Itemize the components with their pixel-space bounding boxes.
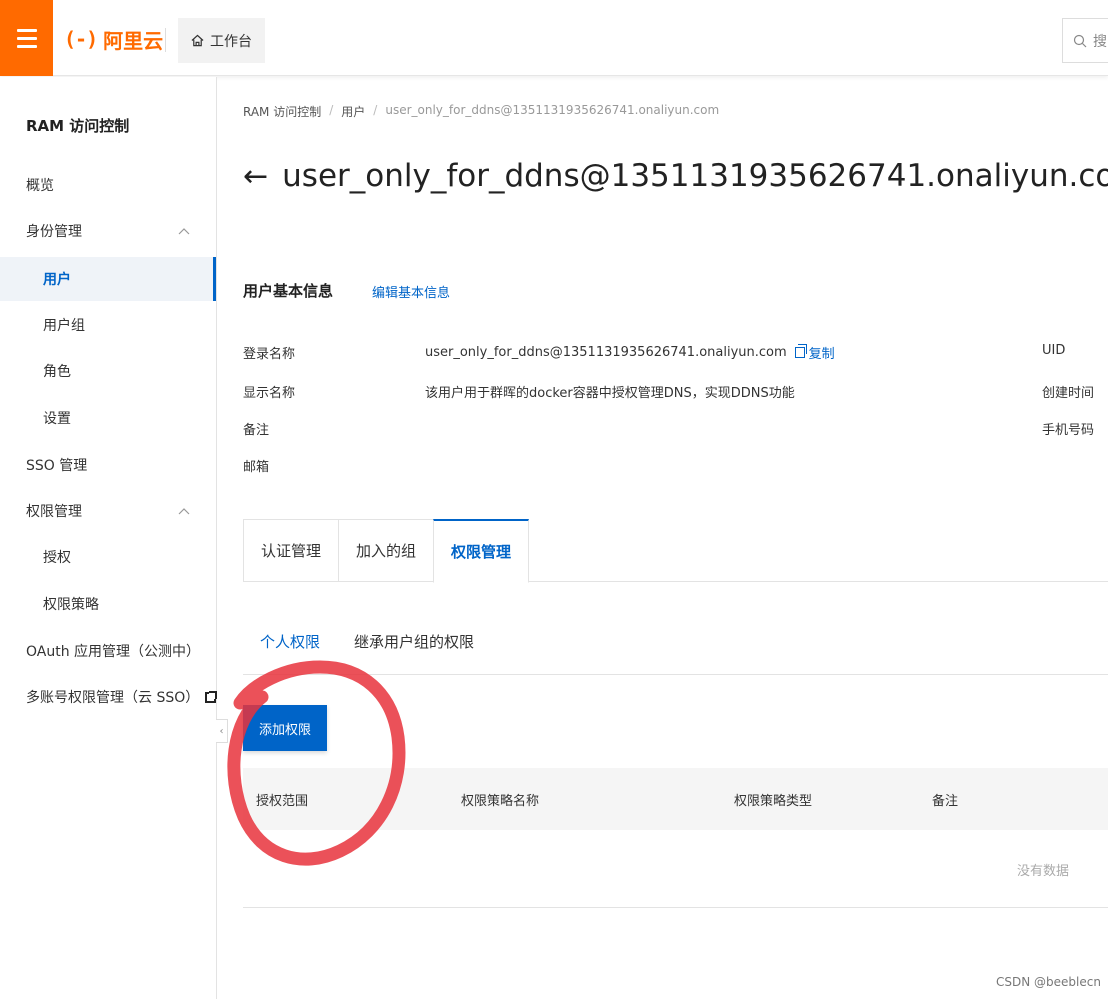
sidebar-item-label: 身份管理	[26, 224, 82, 240]
sidebar-item-sso[interactable]: SSO 管理	[0, 443, 216, 487]
breadcrumb: RAM 访问控制 / 用户 / user_only_for_ddns@13511…	[243, 103, 719, 120]
search-placeholder: 搜	[1093, 33, 1107, 50]
sidebar-item-label: OAuth 应用管理（公测中）	[26, 644, 201, 660]
aliyun-logo[interactable]: (-) 阿里云	[64, 24, 163, 54]
permissions-table-header: 授权范围 权限策略名称 权限策略类型 备注	[243, 768, 1108, 830]
column-header-scope: 授权范围	[256, 794, 309, 809]
logo-text: 阿里云	[103, 28, 164, 53]
sidebar-item-grants[interactable]: 授权	[0, 535, 216, 579]
display-name-value: 该用户用于群晖的docker容器中授权管理DNS，实现DDNS功能	[425, 386, 795, 401]
menu-line	[16, 28, 37, 32]
breadcrumb-ram[interactable]: RAM 访问控制	[243, 103, 321, 120]
sidebar-item-settings[interactable]: 设置	[0, 396, 216, 440]
menu-line	[16, 36, 37, 40]
sidebar-item-label: 角色	[43, 364, 71, 380]
topbar-divider	[165, 28, 166, 52]
table-bottom-divider	[243, 907, 1108, 908]
external-link-icon	[205, 690, 217, 703]
subtab-personal-permissions[interactable]: 个人权限	[260, 631, 320, 652]
sidebar-item-label: 用户组	[43, 318, 85, 334]
copy-label: 复制	[808, 347, 835, 362]
sidebar-item-label: 设置	[43, 411, 71, 427]
chevron-up-icon	[178, 228, 190, 235]
login-name-value: user_only_for_ddns@1351131935626741.onal…	[425, 345, 787, 360]
sidebar-item-label: 概览	[26, 178, 54, 194]
sidebar-item-user-groups[interactable]: 用户组	[0, 303, 216, 347]
empty-table-message: 没有数据	[1017, 864, 1070, 879]
column-header-policy-name: 权限策略名称	[461, 794, 540, 809]
sidebar-collapse-button[interactable]: ‹	[216, 719, 228, 743]
sidebar-item-roles[interactable]: 角色	[0, 349, 216, 393]
watermark: CSDN @beeblecn	[996, 975, 1101, 989]
add-permission-button[interactable]: 添加权限	[243, 705, 327, 751]
login-name-value-row: user_only_for_ddns@1351131935626741.onal…	[425, 343, 835, 362]
chevron-up-icon	[178, 508, 190, 515]
hamburger-menu-button[interactable]	[0, 0, 53, 76]
sidebar-item-multi-account[interactable]: 多账号权限管理（云 SSO）	[0, 675, 217, 719]
permission-subtabs: 个人权限 继承用户组的权限	[260, 631, 474, 652]
tab-authentication[interactable]: 认证管理	[243, 519, 339, 582]
back-arrow-icon[interactable]: ←	[243, 159, 268, 194]
email-label: 邮箱	[243, 460, 270, 475]
tab-permission-management[interactable]: 权限管理	[433, 519, 530, 583]
sidebar-item-policies[interactable]: 权限策略	[0, 582, 216, 626]
sidebar-item-oauth[interactable]: OAuth 应用管理（公测中）	[0, 629, 216, 673]
search-input[interactable]: 搜	[1062, 18, 1108, 63]
sidebar-item-label: SSO 管理	[26, 458, 88, 474]
breadcrumb-separator: /	[329, 103, 334, 117]
edit-basic-info-link[interactable]: 编辑基本信息	[372, 282, 450, 301]
chevron-left-icon: ‹	[219, 725, 224, 737]
sidebar-item-identity-management[interactable]: 身份管理	[0, 209, 216, 253]
basic-info-title: 用户基本信息	[243, 282, 334, 300]
red-circle-annotation	[227, 660, 406, 866]
sidebar-item-permission-management[interactable]: 权限管理	[0, 489, 216, 533]
created-time-label: 创建时间	[1042, 386, 1095, 401]
search-icon	[1073, 34, 1087, 47]
tab-joined-groups[interactable]: 加入的组	[338, 519, 434, 582]
sidebar-title: RAM 访问控制	[26, 117, 130, 135]
breadcrumb-users[interactable]: 用户	[341, 103, 365, 120]
workbench-button[interactable]: 工作台	[178, 18, 265, 63]
remark-label: 备注	[243, 423, 270, 438]
sidebar-item-label: 权限管理	[26, 504, 82, 520]
display-name-label: 显示名称	[243, 386, 296, 401]
sidebar-item-label: 授权	[43, 550, 71, 566]
home-icon	[191, 34, 204, 47]
main-tabs: 认证管理 加入的组 权限管理	[243, 519, 530, 583]
breadcrumb-current: user_only_for_ddns@1351131935626741.onal…	[385, 103, 720, 117]
column-header-policy-type: 权限策略类型	[734, 794, 813, 809]
login-name-label: 登录名称	[243, 347, 296, 362]
sidebar-item-label: 多账号权限管理（云 SSO）	[26, 690, 200, 706]
subtabs-divider	[243, 674, 1108, 675]
subtab-inherited-permissions[interactable]: 继承用户组的权限	[354, 631, 474, 652]
page-title: ← user_only_for_ddns@1351131935626741.on…	[243, 158, 1108, 194]
breadcrumb-separator: /	[373, 103, 378, 117]
phone-label: 手机号码	[1042, 423, 1095, 438]
page-title-text: user_only_for_ddns@1351131935626741.onal…	[282, 158, 1108, 194]
sidebar-item-overview[interactable]: 概览	[0, 163, 216, 207]
copy-button[interactable]: 复制	[794, 343, 835, 362]
logo-mark-icon: (-)	[64, 27, 98, 51]
copy-icon	[794, 344, 807, 358]
sidebar-item-users[interactable]: 用户	[0, 257, 216, 301]
sidebar-item-label: 权限策略	[43, 597, 99, 613]
sidebar: RAM 访问控制 概览 身份管理 用户 用户组 角色 设置 SSO 管理 权限管…	[0, 77, 217, 999]
workbench-label: 工作台	[210, 33, 252, 50]
top-bar: (-) 阿里云 工作台 搜	[0, 0, 1108, 76]
menu-line	[16, 44, 37, 48]
column-header-remark: 备注	[932, 794, 959, 809]
uid-label: UID	[1042, 343, 1066, 358]
sidebar-item-label: 用户	[43, 272, 71, 288]
